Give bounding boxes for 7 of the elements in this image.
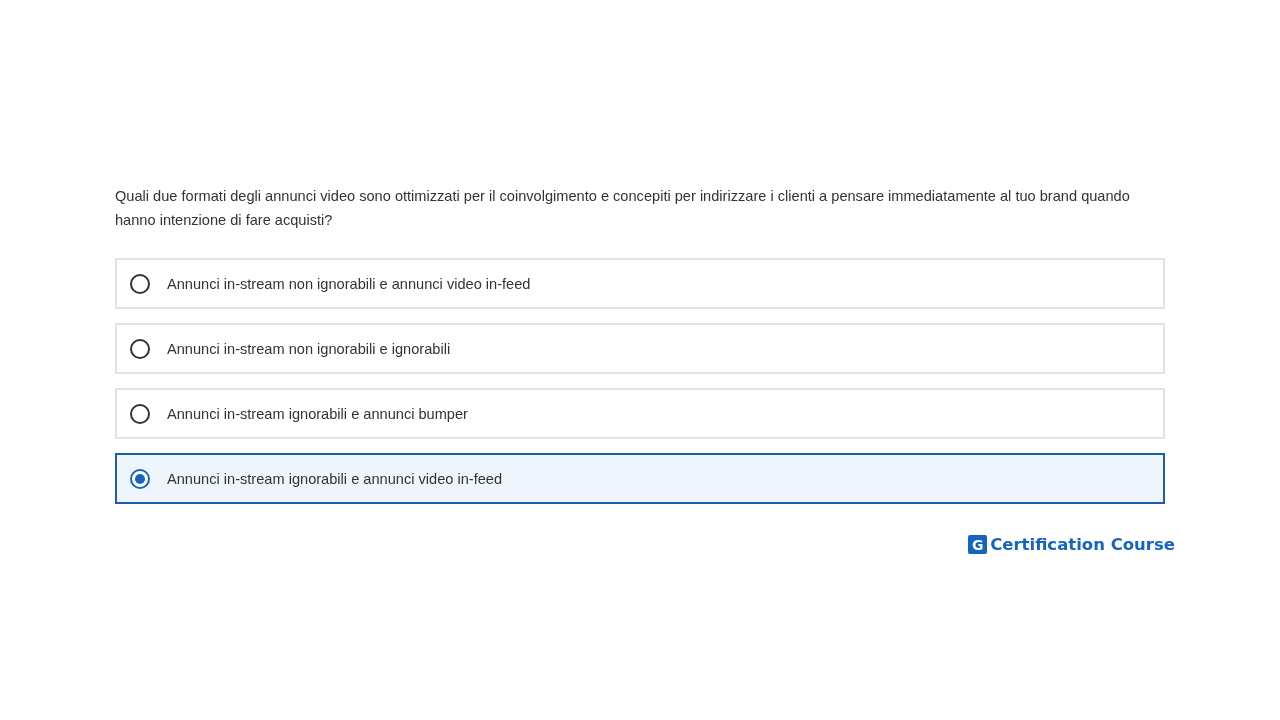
logo-mark: G bbox=[968, 535, 988, 554]
answer-option[interactable]: Annunci in-stream ignorabili e annunci bumper bbox=[115, 388, 1165, 439]
answer-option[interactable]: Annunci in-stream ignorabili e annunci video in-feed bbox=[115, 453, 1165, 504]
brand-name: Certification Course bbox=[990, 535, 1175, 554]
answer-option[interactable]: Annunci in-stream non ignorabili e annunci video in-feed bbox=[115, 258, 1165, 309]
answer-option[interactable]: Annunci in-stream non ignorabili e ignorabili bbox=[115, 323, 1165, 374]
question-text: Quali due formati degli annunci video sono ottimizzati per il coinvolgimento e concepiti per indirizzare i clienti a pensare immediatamente al tuo brand quando hanno intenzione di fare acquisti? bbox=[115, 187, 1131, 230]
